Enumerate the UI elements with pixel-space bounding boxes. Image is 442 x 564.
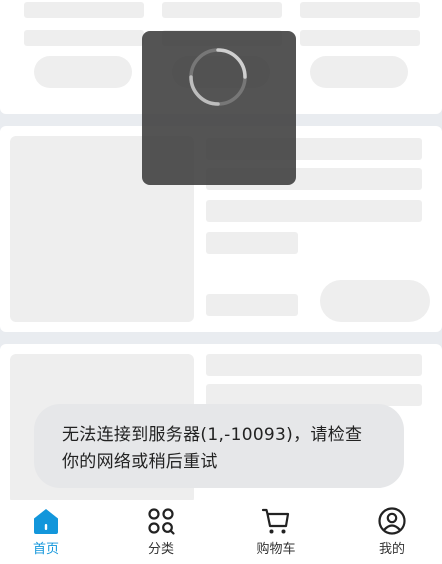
bottom-tab-bar: 首页 分类 购物车 我的 (0, 500, 442, 564)
skeleton-line (206, 384, 422, 406)
tab-home-label: 首页 (32, 542, 59, 557)
tab-cart[interactable]: 购物车 (226, 500, 326, 564)
skeleton-line (24, 2, 144, 18)
home-icon (34, 509, 58, 534)
category-grid-icon (148, 508, 175, 535)
tab-cart-label: 购物车 (256, 542, 296, 557)
skeleton-pill (310, 56, 408, 88)
tab-home[interactable]: 首页 (0, 500, 96, 564)
skeleton-pill (34, 56, 132, 88)
skeleton-pill (320, 280, 430, 322)
toast-message-line1: 无法连接到服务器(1,-10093)，请检查 (62, 425, 363, 445)
skeleton-line (206, 294, 298, 316)
tab-category[interactable]: 分类 (111, 500, 211, 564)
error-toast: 无法连接到服务器(1,-10093)，请检查 你的网络或稍后重试 (34, 404, 404, 488)
skeleton-line (206, 232, 298, 254)
skeleton-line (300, 30, 420, 46)
skeleton-line (300, 2, 420, 18)
skeleton-line (24, 30, 144, 46)
toast-message-line2: 你的网络或稍后重试 (62, 452, 218, 472)
skeleton-line (206, 354, 422, 376)
skeleton-line (206, 200, 422, 222)
tab-profile[interactable]: 我的 (342, 500, 442, 564)
tab-category-label: 分类 (147, 542, 174, 557)
user-profile-icon (378, 507, 406, 535)
tab-profile-label: 我的 (378, 542, 405, 557)
skeleton-line (162, 2, 282, 18)
loading-spinner-icon (189, 48, 247, 106)
cart-icon (261, 508, 290, 534)
